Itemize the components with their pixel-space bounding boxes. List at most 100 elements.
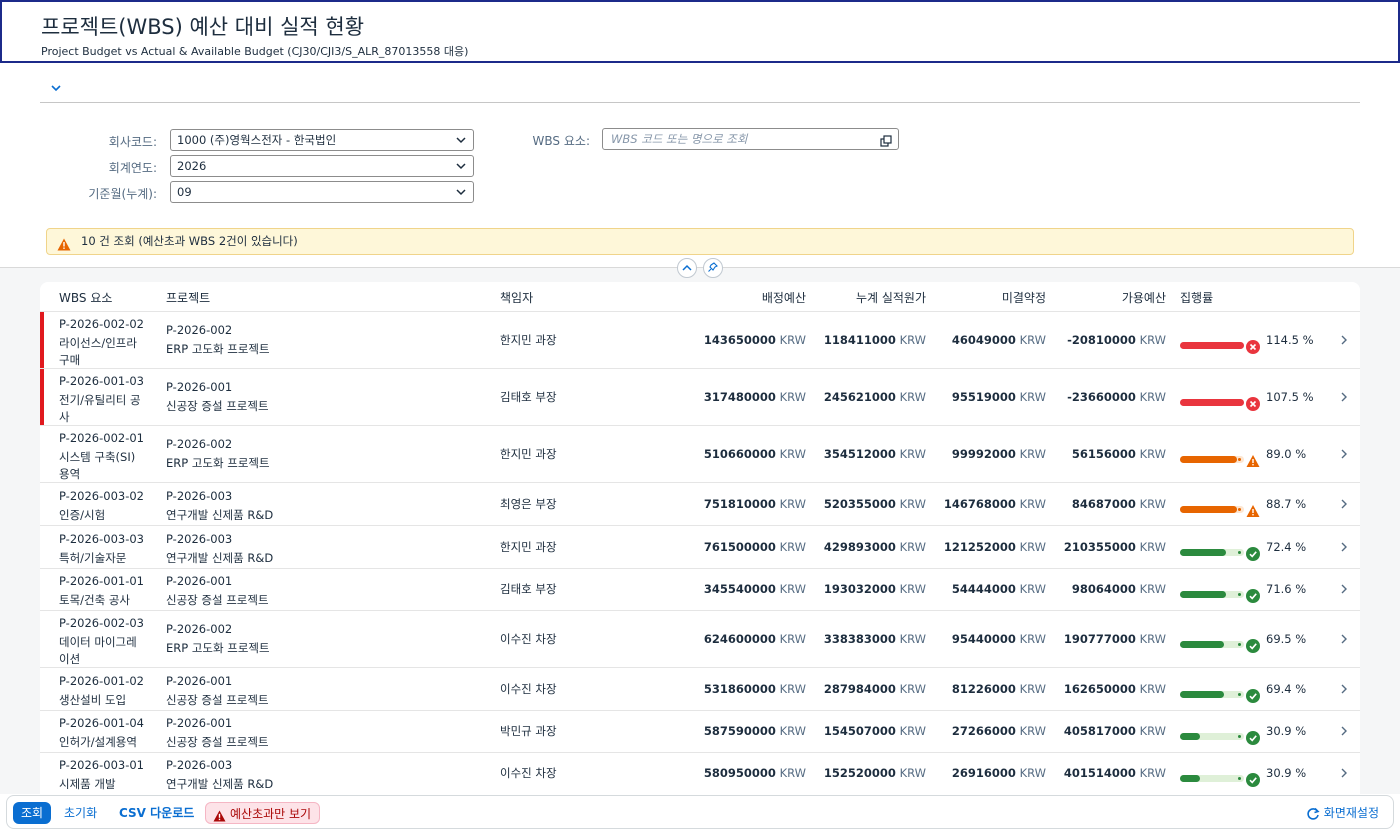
currency-label: KRW — [779, 582, 806, 596]
actual-cell: 429893000 KRW — [806, 539, 926, 556]
table-row[interactable]: P-2026-001-04 인허가/설계용역 P-2026-001 신공장 증설 프로… — [40, 711, 1360, 753]
budget-cell-value: 345540000 — [703, 582, 776, 596]
project-cell: P-2026-002 ERP 고도화 프로젝트 — [166, 322, 270, 358]
budget-cell-value: 751810000 — [703, 496, 776, 511]
col-rate[interactable]: 집행률 — [1180, 289, 1213, 306]
currency-label: KRW — [1139, 496, 1166, 511]
rate-cell: 71.6 % — [1266, 582, 1307, 596]
fiscal-year-select[interactable]: 2026 — [170, 155, 474, 177]
search-button[interactable]: 조회 — [13, 802, 52, 824]
actual-cell-value: 354512000 — [823, 446, 896, 461]
actual-cell-value: 193032000 — [823, 582, 896, 596]
table-row[interactable]: P-2026-003-01 시제품 개발 P-2026-003 연구개발 신제품 R&… — [40, 753, 1360, 794]
chevron-right-icon[interactable] — [1340, 765, 1348, 784]
table-row[interactable]: P-2026-003-03 특허/기술자문 P-2026-003 연구개발 신제품 R… — [40, 526, 1360, 569]
table-row[interactable]: P-2026-002-03 데이터 마이그레 이션 P-2026-002 ERP 고도화… — [40, 611, 1360, 668]
period-label: 기준월(누계): — [88, 187, 157, 201]
success-icon — [1246, 730, 1260, 745]
progress-bar — [1180, 591, 1244, 598]
project-cell: P-2026-003 연구개발 신제품 R&D — [166, 488, 273, 524]
actual-cell-value: 152520000 — [823, 766, 896, 780]
csv-download-label: CSV 다운로드 — [119, 806, 195, 820]
rate-cell: 114.5 % — [1266, 332, 1314, 347]
adapt-label: 화면재설정 — [1323, 806, 1379, 820]
error-icon — [1246, 339, 1260, 354]
warning-icon — [213, 807, 226, 829]
wbs-cell: P-2026-001-03 전기/유틸리티 공사 — [59, 373, 155, 426]
project-cell: P-2026-001 신공장 증설 프로젝트 — [166, 379, 269, 415]
table-row[interactable]: P-2026-001-02 생산설비 도입 P-2026-001 신공장 증설 프로젝… — [40, 668, 1360, 711]
project-cell: P-2026-001 신공장 증설 프로젝트 — [166, 673, 269, 709]
actual-cell: 520355000 KRW — [806, 496, 926, 513]
refresh-icon — [1306, 806, 1320, 828]
commitment-cell: 46049000 KRW — [926, 332, 1046, 349]
chevron-right-icon[interactable] — [1340, 539, 1348, 558]
progress-dot — [1238, 593, 1241, 596]
currency-label: KRW — [1139, 766, 1166, 780]
success-icon — [1246, 588, 1260, 603]
value-help-icon[interactable] — [880, 133, 892, 147]
progress-bar — [1180, 733, 1244, 740]
chevron-right-icon[interactable] — [1340, 332, 1348, 351]
commitment-cell: 121252000 KRW — [926, 539, 1046, 556]
commitment-cell-value: 121252000 — [943, 539, 1016, 554]
col-budget[interactable]: 배정예산 — [686, 289, 806, 306]
col-wbs[interactable]: WBS 요소 — [59, 289, 112, 306]
budget-cell-value: 761500000 — [703, 539, 776, 554]
budget-cell-value: 510660000 — [703, 446, 776, 461]
project-code: P-2026-001 — [166, 673, 233, 688]
table-row[interactable]: P-2026-001-03 전기/유틸리티 공 사 P-2026-001 신공장 증설 … — [40, 369, 1360, 426]
wbs-cell: P-2026-002-02 라이선스/인프라 구매 — [59, 316, 155, 369]
table-row[interactable]: P-2026-002-02 라이선스/인프라 구매 P-2026-002 ERP 고도화… — [40, 312, 1360, 369]
project-code: P-2026-001 — [166, 716, 233, 730]
chevron-down-icon[interactable] — [49, 81, 65, 97]
collapse-header-button[interactable] — [677, 258, 697, 278]
currency-label: KRW — [899, 539, 926, 554]
wbs-code: P-2026-001-01 — [59, 574, 144, 588]
progress-fill — [1180, 640, 1225, 648]
col-project[interactable]: 프로젝트 — [166, 289, 210, 306]
owner-cell: 최영은 부장 — [500, 496, 557, 511]
actual-cell-value: 338383000 — [823, 631, 896, 646]
progress-bar — [1180, 341, 1244, 349]
pin-header-button[interactable] — [703, 258, 723, 278]
chevron-right-icon[interactable] — [1340, 496, 1348, 515]
owner-cell: 한지민 과장 — [500, 539, 557, 554]
col-owner[interactable]: 책임자 — [500, 289, 533, 306]
wbs-cell: P-2026-002-01 시스템 구축(SI) 용역 — [59, 430, 155, 483]
fiscal-year-label: 회계연도: — [108, 161, 157, 175]
reset-button[interactable]: 초기화 — [56, 802, 105, 824]
adapt-button[interactable]: 화면재설정 — [1302, 802, 1387, 824]
table-row[interactable]: P-2026-001-01 토목/건축 공사 P-2026-001 신공장 증설 프로… — [40, 569, 1360, 611]
col-actual[interactable]: 누계 실적원가 — [806, 289, 926, 306]
currency-label: KRW — [1139, 389, 1166, 404]
table-row[interactable]: P-2026-002-01 시스템 구축(SI) 용역 P-2026-002 ERP 고… — [40, 426, 1360, 483]
currency-label: KRW — [1019, 446, 1046, 461]
actual-cell: 287984000 KRW — [806, 681, 926, 698]
table-row[interactable]: P-2026-003-02 인증/시험 P-2026-003 연구개발 신제품 R&D… — [40, 483, 1360, 526]
col-commitment[interactable]: 미결약정 — [926, 289, 1046, 306]
chevron-right-icon[interactable] — [1340, 446, 1348, 465]
col-available[interactable]: 가용예산 — [1046, 289, 1166, 306]
chevron-right-icon[interactable] — [1340, 581, 1348, 600]
table-header: WBS 요소 프로젝트 책임자 배정예산 누계 실적원가 미결약정 가용예산 집… — [40, 282, 1360, 312]
csv-download-button[interactable]: CSV 다운로드 — [111, 802, 202, 824]
available-cell: 401514000 KRW — [1046, 765, 1166, 782]
wbs-search-input[interactable]: WBS 코드 또는 명으로 조회 — [602, 128, 899, 150]
company-code-select[interactable]: 1000 (주)영웍스전자 - 한국법인 — [170, 129, 474, 151]
currency-label: KRW — [779, 539, 806, 554]
project-name: ERP 고도화 프로젝트 — [166, 456, 270, 470]
commitment-cell: 99992000 KRW — [926, 446, 1046, 463]
currency-label: KRW — [1139, 724, 1166, 738]
company-code-label: 회사코드: — [108, 135, 157, 149]
available-cell: 84687000 KRW — [1046, 496, 1166, 513]
budget-cell-value: 143650000 — [703, 332, 776, 347]
chevron-right-icon[interactable] — [1340, 389, 1348, 408]
success-icon — [1246, 546, 1260, 561]
message-text: 10 건 조회 (예산초과 WBS 2건이 있습니다) — [81, 234, 298, 248]
chevron-right-icon[interactable] — [1340, 723, 1348, 742]
period-select[interactable]: 09 — [170, 181, 474, 203]
over-budget-filter-button[interactable]: 예산초과만 보기 — [205, 802, 321, 824]
chevron-right-icon[interactable] — [1340, 681, 1348, 700]
chevron-right-icon[interactable] — [1340, 631, 1348, 650]
